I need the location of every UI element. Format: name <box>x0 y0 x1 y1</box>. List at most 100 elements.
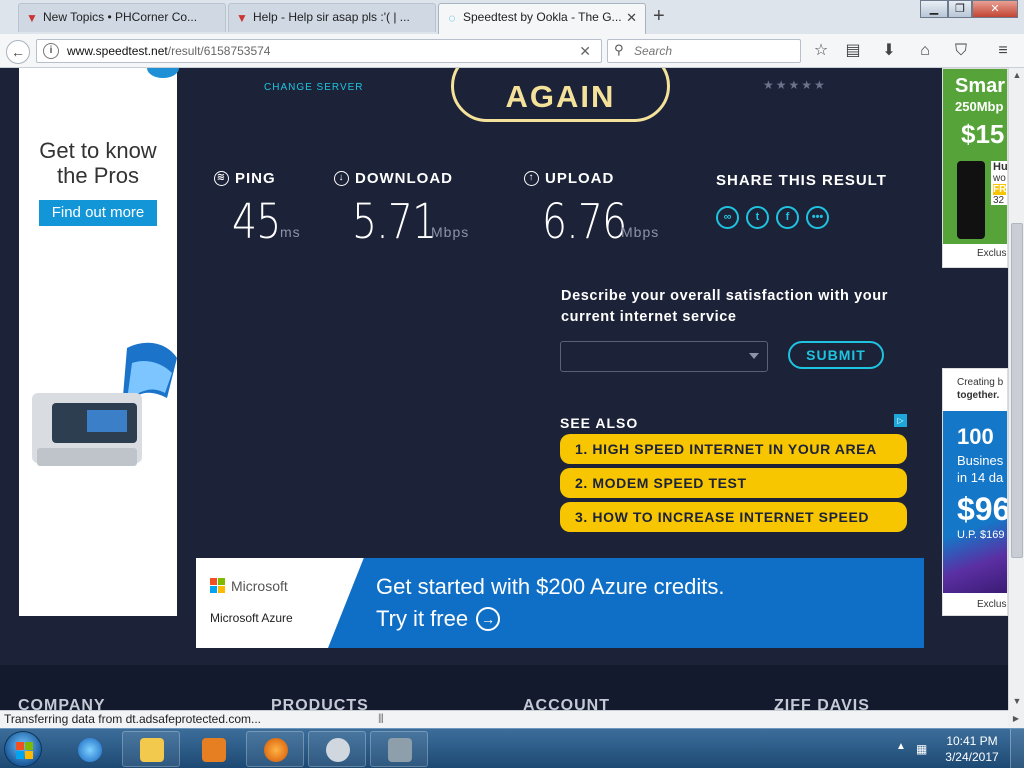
download-label: DOWNLOAD <box>355 170 453 187</box>
phcorner-favicon-icon: ▼ <box>26 11 38 25</box>
ad-badge-text: FR <box>993 184 1007 195</box>
ad-text: Smar <box>955 75 1006 97</box>
taskbar-settings-app[interactable] <box>370 731 428 767</box>
see-also-link-high-speed[interactable]: 1. HIGH SPEED INTERNET IN YOUR AREA <box>560 434 907 464</box>
more-icon[interactable]: ••• <box>806 206 829 229</box>
hp-ad-banner[interactable]: Get to know the Pros Find out more <box>19 68 179 616</box>
arrow-right-icon: → <box>476 607 501 631</box>
search-box[interactable]: ⚲ <box>607 39 801 63</box>
url-text[interactable]: www.speedtest.net/result/6158753574 <box>67 44 270 58</box>
maximize-button[interactable]: ❐ <box>948 0 972 18</box>
stop-loading-icon[interactable]: ✕ <box>579 43 591 60</box>
download-arrow-icon: ↓ <box>334 171 349 186</box>
url-path: /result/6158753574 <box>167 44 271 58</box>
start-button[interactable] <box>4 731 42 767</box>
business-plan-ad[interactable]: Creating b together. 100 Busines in 14 d… <box>942 368 1008 616</box>
ping-value: 45 <box>232 194 281 250</box>
phcorner-favicon-icon: ▼ <box>236 11 248 25</box>
search-input[interactable] <box>634 43 794 59</box>
new-tab-button[interactable]: + <box>653 6 665 26</box>
network-icon[interactable]: ▦ <box>916 742 927 756</box>
microsoft-logo-icon <box>210 578 226 594</box>
reading-list-icon[interactable]: ▤ <box>842 41 864 61</box>
ad-text: Creating b <box>957 377 1004 388</box>
see-also-link-increase-speed[interactable]: 3. HOW TO INCREASE INTERNET SPEED <box>560 502 907 532</box>
show-desktop-button[interactable] <box>1010 729 1024 768</box>
submit-button[interactable]: SUBMIT <box>788 341 884 369</box>
find-out-more-button[interactable]: Find out more <box>39 200 157 226</box>
address-bar[interactable]: i www.speedtest.net/result/6158753574 ✕ <box>36 39 602 63</box>
ad-footer-text: Exclusi <box>977 599 1008 610</box>
taskbar-firefox[interactable] <box>246 731 304 767</box>
clock-date: 3/24/2017 <box>945 750 999 764</box>
ad-headline-line2: the Pros <box>57 163 139 188</box>
footer-company-heading[interactable]: COMPANY <box>18 697 106 710</box>
change-server-link[interactable]: CHANGE SERVER <box>264 82 364 93</box>
scroll-up-icon[interactable]: ▲ <box>1011 70 1023 80</box>
again-label: AGAIN <box>505 79 616 114</box>
system-clock[interactable]: 10:41 PM 3/24/2017 <box>940 733 1004 765</box>
pocket-icon[interactable]: ⛉ <box>950 41 972 61</box>
rating-stars[interactable]: ★★★★★ <box>763 78 827 92</box>
tab-phcorner-new-topics[interactable]: ▼ New Topics • PHCorner Co... <box>18 3 226 32</box>
ad-text: Busines <box>957 453 1004 468</box>
scroll-down-icon[interactable]: ▼ <box>1011 696 1023 706</box>
ping-metric: ≋ PING 45 ms <box>214 170 300 250</box>
taskbar-internet-explorer[interactable] <box>60 731 118 767</box>
satisfaction-dropdown[interactable] <box>560 341 768 372</box>
close-window-button[interactable]: ✕ <box>972 0 1018 18</box>
share-result-title: SHARE THIS RESULT <box>716 172 887 189</box>
minimize-button[interactable]: ▁ <box>920 0 948 18</box>
ad-text: in 14 da <box>957 470 1004 485</box>
huawei-plan-ad[interactable]: Smar 250Mbp $15 Hu wo FR 32 Exclus <box>942 68 1008 268</box>
scrollbar-thumb[interactable] <box>1011 223 1023 558</box>
printer-image <box>32 342 177 466</box>
footer-ziff-davis-heading[interactable]: ZIFF DAVIS <box>774 697 870 710</box>
phone-image <box>957 161 985 239</box>
adchoices-icon[interactable]: ▷ <box>894 414 907 427</box>
taskbar-file-explorer[interactable] <box>122 731 180 767</box>
ad-headline-line1: Get to know <box>39 138 157 163</box>
site-info-icon[interactable]: i <box>43 43 59 59</box>
ad-text: U.P. $169 <box>957 529 1005 541</box>
facebook-icon[interactable]: f <box>776 206 799 229</box>
azure-ad-banner[interactable]: Microsoft Microsoft Azure Get started wi… <box>196 558 924 648</box>
download-value: 5.71 <box>352 194 437 250</box>
home-icon[interactable]: ⌂ <box>914 41 936 61</box>
windows-taskbar: ▲ ▦ 10:41 PM 3/24/2017 <box>0 728 1024 768</box>
ad-headline: Get to know the Pros <box>19 138 177 188</box>
scroll-right-icon[interactable]: ▶ <box>1008 710 1024 728</box>
speedtest-result-page: Get to know the Pros Find out more CHANG… <box>0 68 1008 710</box>
link-icon[interactable]: ∞ <box>716 206 739 229</box>
clock-time: 10:41 PM <box>946 734 998 748</box>
tab-phcorner-help[interactable]: ▼ Help - Help sir asap pls :'( | ... <box>228 3 436 32</box>
taskbar-media-player[interactable] <box>184 731 242 767</box>
show-hidden-icons-icon[interactable]: ▲ <box>896 741 906 752</box>
azure-try-free-link[interactable]: Try it free → <box>376 606 501 632</box>
search-icon: ⚲ <box>614 42 624 57</box>
loading-spinner-icon: ◌ <box>448 11 456 25</box>
upload-value: 6.76 <box>542 194 627 250</box>
download-metric: ↓ DOWNLOAD 5.71 Mbps <box>334 170 468 250</box>
close-tab-icon[interactable]: ✕ <box>626 4 637 31</box>
horizontal-scroll-grip-icon[interactable]: ||| <box>378 713 384 724</box>
tab-title: New Topics • PHCorner Co... <box>43 10 198 24</box>
ad-text: 250Mbp <box>955 99 1004 114</box>
see-also-link-modem-test[interactable]: 2. MODEM SPEED TEST <box>560 468 907 498</box>
menu-hamburger-icon[interactable]: ≡ <box>992 41 1014 61</box>
footer-products-heading[interactable]: PRODUCTS <box>271 697 369 710</box>
ad-text: together. <box>957 390 1000 401</box>
tab-speedtest[interactable]: ◌ Speedtest by Ookla - The G... ✕ <box>438 3 646 34</box>
bookmark-star-icon[interactable]: ☆ <box>810 41 832 61</box>
site-footer: COMPANY PRODUCTS ACCOUNT ZIFF DAVIS <box>0 665 1008 710</box>
back-button[interactable]: ← <box>6 40 30 64</box>
ad-price: $96 <box>957 491 1008 527</box>
ad-badge: Hu wo FR 32 <box>991 161 1007 206</box>
twitter-icon[interactable]: t <box>746 206 769 229</box>
vertical-scrollbar[interactable]: ▲ ▼ <box>1008 68 1024 710</box>
test-again-button[interactable]: AGAIN <box>451 68 670 122</box>
footer-account-heading[interactable]: ACCOUNT <box>523 697 610 710</box>
status-text: Transferring data from dt.adsafeprotecte… <box>4 712 262 726</box>
downloads-icon[interactable]: ⬇ <box>878 41 900 61</box>
taskbar-clock-app[interactable] <box>308 731 366 767</box>
